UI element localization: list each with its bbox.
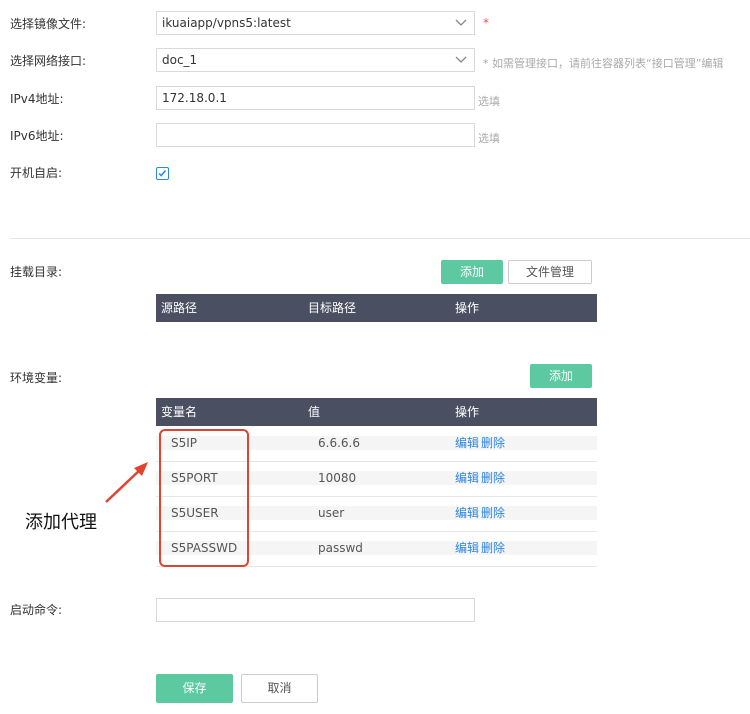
startup-label: 启动命令: (10, 603, 63, 617)
ipv6-label: IPv6地址: (10, 129, 64, 143)
ipv4-hint: 选填 (478, 95, 500, 108)
ipv6-hint: 选填 (478, 132, 500, 145)
annotation-text: 添加代理 (25, 512, 97, 533)
column-header: 操作 (455, 301, 480, 315)
file-manage-button[interactable]: 文件管理 (508, 260, 592, 284)
required-mark: * (483, 16, 489, 30)
mount-label: 挂载目录: (10, 265, 63, 279)
network-select[interactable]: doc_1 (156, 48, 475, 72)
delete-link[interactable]: 删除 (481, 471, 505, 485)
env-value: 6.6.6.6 (318, 436, 360, 450)
column-header: 目标路径 (308, 301, 357, 315)
ipv6-input[interactable] (156, 123, 475, 147)
network-select-value: doc_1 (162, 53, 198, 67)
edit-link[interactable]: 编辑 (455, 506, 479, 520)
column-header: 值 (308, 405, 321, 419)
image-select-value: ikuaiapp/vpns5:latest (162, 16, 291, 30)
chevron-down-icon (455, 19, 467, 26)
edit-link[interactable]: 编辑 (455, 541, 479, 555)
ipv4-label: IPv4地址: (10, 92, 64, 106)
save-button[interactable]: 保存 (156, 674, 233, 703)
column-header: 变量名 (161, 405, 198, 419)
env-value: 10080 (318, 471, 357, 485)
annotation-highlight-box (159, 429, 249, 567)
edit-link[interactable]: 编辑 (455, 471, 479, 485)
startup-command-input[interactable] (156, 598, 475, 622)
edit-link[interactable]: 编辑 (455, 436, 479, 450)
section-divider (10, 238, 750, 239)
env-table-header: 变量名 值 操作 (156, 398, 597, 426)
env-value: user (318, 506, 345, 520)
image-label: 选择镜像文件: (10, 17, 87, 31)
network-label: 选择网络接口: (10, 54, 87, 68)
checkmark-icon (158, 170, 167, 177)
autostart-checkbox[interactable] (156, 167, 169, 180)
network-hint: * 如需管理接口，请前往容器列表“接口管理”编辑 (483, 57, 724, 70)
image-select[interactable]: ikuaiapp/vpns5:latest (156, 11, 475, 35)
chevron-down-icon (455, 56, 467, 63)
env-add-button[interactable]: 添加 (530, 364, 592, 388)
env-label: 环境变量: (10, 371, 63, 385)
delete-link[interactable]: 删除 (481, 436, 505, 450)
mount-table-header: 源路径 目标路径 操作 (156, 294, 597, 322)
column-header: 操作 (455, 405, 480, 419)
cancel-button[interactable]: 取消 (241, 674, 318, 703)
delete-link[interactable]: 删除 (481, 541, 505, 555)
env-value: passwd (318, 541, 363, 555)
annotation-arrow-icon (105, 462, 148, 503)
column-header: 源路径 (161, 301, 198, 315)
autostart-label: 开机自启: (10, 166, 63, 180)
ipv4-input[interactable]: 172.18.0.1 (156, 86, 475, 110)
mount-add-button[interactable]: 添加 (441, 260, 503, 284)
delete-link[interactable]: 删除 (481, 506, 505, 520)
